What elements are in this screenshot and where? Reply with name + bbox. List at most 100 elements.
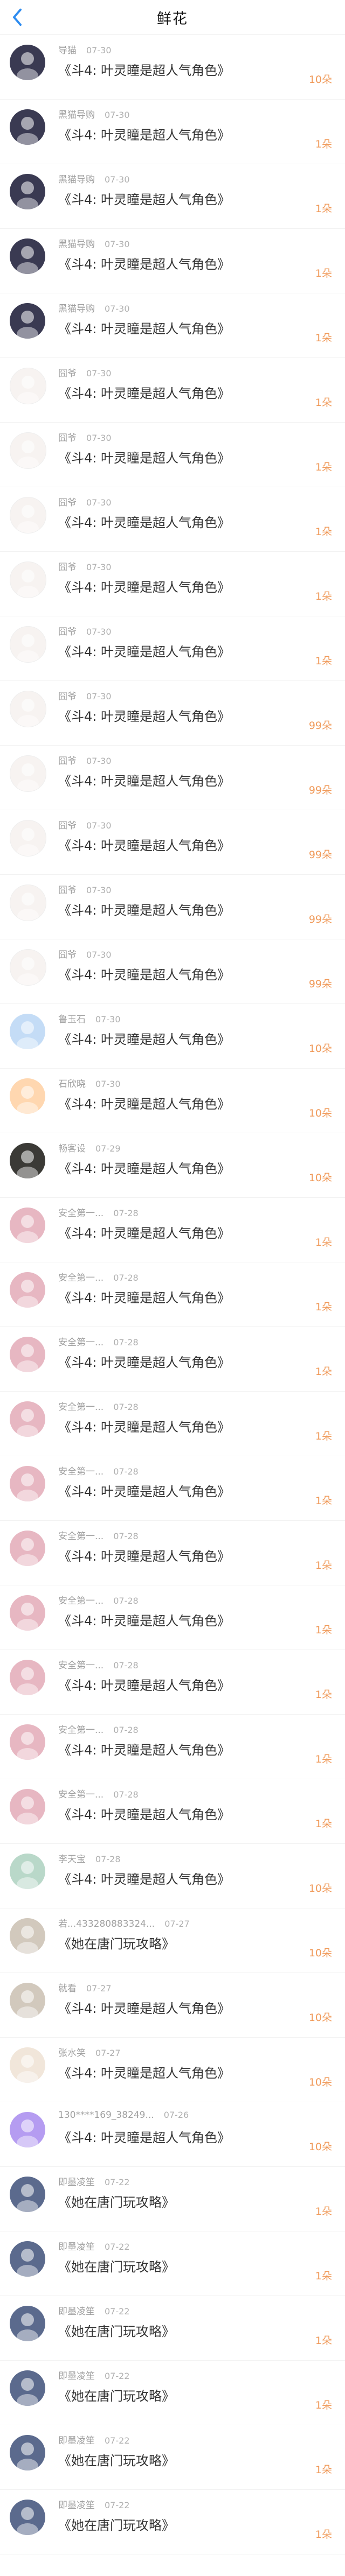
list-item[interactable]: 导猫 07-30 《斗4: 叶灵瞳是超人气角色》 10朵 bbox=[0, 35, 345, 100]
avatar[interactable] bbox=[10, 1401, 45, 1437]
avatar[interactable] bbox=[10, 1595, 45, 1631]
avatar[interactable] bbox=[10, 109, 45, 145]
list-item[interactable]: 黑猫导购 07-30 《斗4: 叶灵瞳是超人气角色》 1朵 bbox=[0, 229, 345, 293]
list-item[interactable]: 囧爷 07-30 《斗4: 叶灵瞳是超人气角色》 99朵 bbox=[0, 875, 345, 939]
list-item[interactable]: 若...433280883324... 07-27 《她在唐门玩攻略》 10朵 bbox=[0, 1908, 345, 1973]
book-title: 《斗4: 叶灵瞳是超人气角色》 bbox=[58, 1097, 230, 1112]
avatar[interactable] bbox=[10, 2435, 45, 2470]
row-meta: 囧爷 07-30 bbox=[58, 495, 112, 508]
list-item[interactable]: 即墨凌笙 07-22 《她在唐门玩攻略》 1朵 bbox=[0, 2425, 345, 2490]
list-item[interactable]: 就看 07-27 《斗4: 叶灵瞳是超人气角色》 10朵 bbox=[0, 1973, 345, 2038]
timestamp: 07-28 bbox=[113, 1531, 139, 1541]
avatar[interactable] bbox=[10, 691, 46, 727]
avatar[interactable] bbox=[10, 885, 46, 921]
avatar[interactable] bbox=[10, 1208, 45, 1243]
row-meta: 囧爷 07-30 bbox=[58, 366, 112, 379]
list-item[interactable]: 安全第一... 07-28 《斗4: 叶灵瞳是超人气角色》 1朵 bbox=[0, 1585, 345, 1650]
timestamp: 07-30 bbox=[86, 756, 112, 766]
avatar[interactable] bbox=[10, 1854, 45, 1889]
avatar[interactable] bbox=[10, 238, 45, 274]
list-item[interactable]: 李天宝 07-28 《斗4: 叶灵瞳是超人气角色》 10朵 bbox=[0, 1844, 345, 1908]
list-item[interactable]: 即墨凌笙 07-22 《她在唐门玩攻略》 1朵 bbox=[0, 2231, 345, 2296]
list-item[interactable]: 囧爷 07-30 《斗4: 叶灵瞳是超人气角色》 1朵 bbox=[0, 423, 345, 487]
list-item[interactable]: 囧爷 07-30 《斗4: 叶灵瞳是超人气角色》 1朵 bbox=[0, 552, 345, 616]
list-item[interactable]: 130****169_38249... 07-26 《斗4: 叶灵瞳是超人气角色》 1… bbox=[0, 2102, 345, 2167]
book-title: 《斗4: 叶灵瞳是超人气角色》 bbox=[58, 774, 230, 789]
user-name: 即墨凌笙 bbox=[58, 2177, 95, 2188]
list-item[interactable]: 囧爷 07-30 《斗4: 叶灵瞳是超人气角色》 1朵 bbox=[0, 616, 345, 681]
list-item[interactable]: 鲁玉石 07-30 《斗4: 叶灵瞳是超人气角色》 10朵 bbox=[0, 1004, 345, 1069]
list-item[interactable]: 安全第一... 07-28 《斗4: 叶灵瞳是超人气角色》 1朵 bbox=[0, 1456, 345, 1521]
avatar[interactable] bbox=[10, 2047, 45, 2083]
avatar[interactable] bbox=[10, 1918, 45, 1954]
avatar[interactable] bbox=[10, 755, 46, 792]
book-title: 《她在唐门玩攻略》 bbox=[58, 2453, 175, 2468]
list-item[interactable]: 囧爷 07-30 《斗4: 叶灵瞳是超人气角色》 99朵 bbox=[0, 810, 345, 875]
avatar[interactable] bbox=[10, 497, 46, 534]
avatar[interactable] bbox=[10, 368, 46, 404]
row-meta: 黑猫导购 07-30 bbox=[58, 107, 130, 121]
list-item[interactable]: 安全第一... 07-28 《斗4: 叶灵瞳是超人气角色》 1朵 bbox=[0, 1779, 345, 1844]
avatar[interactable] bbox=[10, 45, 45, 80]
timestamp: 07-30 bbox=[86, 433, 112, 443]
list-item[interactable]: 张水笑 07-27 《斗4: 叶灵瞳是超人气角色》 10朵 bbox=[0, 2038, 345, 2102]
list-item[interactable]: 囧爷 07-30 《斗4: 叶灵瞳是超人气角色》 99朵 bbox=[0, 939, 345, 1004]
avatar[interactable] bbox=[10, 1983, 45, 2018]
avatar[interactable] bbox=[10, 1337, 45, 1372]
row-meta: 黑猫导购 07-30 bbox=[58, 301, 130, 314]
flower-count: 1朵 bbox=[315, 1301, 332, 1313]
avatar[interactable] bbox=[10, 1724, 45, 1760]
avatar[interactable] bbox=[10, 2500, 45, 2535]
avatar[interactable] bbox=[10, 820, 46, 857]
list-item[interactable]: 安全第一... 07-28 《斗4: 叶灵瞳是超人气角色》 1朵 bbox=[0, 1262, 345, 1327]
book-title: 《斗4: 叶灵瞳是超人气角色》 bbox=[58, 1678, 230, 1693]
avatar[interactable] bbox=[10, 2177, 45, 2212]
list-item[interactable]: 囧爷 07-30 《斗4: 叶灵瞳是超人气角色》 1朵 bbox=[0, 358, 345, 423]
avatar[interactable] bbox=[10, 1789, 45, 1824]
avatar[interactable] bbox=[10, 174, 45, 209]
avatar[interactable] bbox=[10, 2241, 45, 2277]
avatar[interactable] bbox=[10, 303, 45, 339]
avatar[interactable] bbox=[10, 1660, 45, 1695]
list-item[interactable]: 囧爷 07-30 《斗4: 叶灵瞳是超人气角色》 99朵 bbox=[0, 746, 345, 810]
avatar[interactable] bbox=[10, 1014, 45, 1049]
list-item[interactable]: 安全第一... 07-28 《斗4: 叶灵瞳是超人气角色》 1朵 bbox=[0, 1715, 345, 1779]
avatar[interactable] bbox=[10, 561, 46, 598]
flower-count: 1朵 bbox=[315, 1560, 332, 1571]
avatar[interactable] bbox=[10, 2370, 45, 2406]
flower-count: 1朵 bbox=[315, 1237, 332, 1248]
avatar[interactable] bbox=[10, 1078, 45, 1114]
user-name: 囧爷 bbox=[58, 433, 77, 444]
list-item[interactable]: 安全第一... 07-28 《斗4: 叶灵瞳是超人气角色》 1朵 bbox=[0, 1198, 345, 1262]
avatar[interactable] bbox=[10, 626, 46, 663]
timestamp: 07-22 bbox=[105, 2371, 130, 2381]
list-item[interactable]: 即墨凌笙 07-22 《她在唐门玩攻略》 1朵 bbox=[0, 2167, 345, 2231]
list-item[interactable]: 安全第一... 07-28 《斗4: 叶灵瞳是超人气角色》 1朵 bbox=[0, 1392, 345, 1456]
avatar[interactable] bbox=[10, 1466, 45, 1501]
back-button[interactable] bbox=[5, 5, 29, 29]
list-item[interactable]: 黑猫导购 07-30 《斗4: 叶灵瞳是超人气角色》 1朵 bbox=[0, 100, 345, 164]
user-name: 安全第一... bbox=[58, 1660, 104, 1671]
page-title: 鲜花 bbox=[157, 10, 188, 27]
list-item[interactable]: 囧爷 07-30 《斗4: 叶灵瞳是超人气角色》 1朵 bbox=[0, 487, 345, 552]
list-item[interactable]: 安全第一... 07-28 《斗4: 叶灵瞳是超人气角色》 1朵 bbox=[0, 1521, 345, 1585]
list-item[interactable]: 黑猫导购 07-30 《斗4: 叶灵瞳是超人气角色》 1朵 bbox=[0, 293, 345, 358]
avatar[interactable] bbox=[10, 1272, 45, 1308]
avatar[interactable] bbox=[10, 1531, 45, 1566]
avatar[interactable] bbox=[10, 2112, 45, 2147]
list-item[interactable]: 黑猫导购 07-30 《斗4: 叶灵瞳是超人气角色》 1朵 bbox=[0, 164, 345, 229]
user-name: 石欣晓 bbox=[58, 1079, 86, 1090]
avatar[interactable] bbox=[10, 1143, 45, 1178]
list-item[interactable]: 畅客设 07-29 《斗4: 叶灵瞳是超人气角色》 10朵 bbox=[0, 1133, 345, 1198]
avatar[interactable] bbox=[10, 432, 46, 469]
list-item[interactable]: 即墨凌笙 07-22 《她在唐门玩攻略》 1朵 bbox=[0, 2490, 345, 2554]
avatar[interactable] bbox=[10, 2306, 45, 2341]
list-item[interactable]: 即墨凌笙 07-22 《她在唐门玩攻略》 1朵 bbox=[0, 2296, 345, 2361]
list-item[interactable]: 石欣晓 07-30 《斗4: 叶灵瞳是超人气角色》 10朵 bbox=[0, 1069, 345, 1133]
user-name: 安全第一... bbox=[58, 1789, 104, 1800]
avatar[interactable] bbox=[10, 949, 46, 986]
list-item[interactable]: 囧爷 07-30 《斗4: 叶灵瞳是超人气角色》 99朵 bbox=[0, 681, 345, 746]
list-item[interactable]: 安全第一... 07-28 《斗4: 叶灵瞳是超人气角色》 1朵 bbox=[0, 1327, 345, 1392]
list-item[interactable]: 即墨凌笙 07-22 《她在唐门玩攻略》 1朵 bbox=[0, 2361, 345, 2425]
list-item[interactable]: 安全第一... 07-28 《斗4: 叶灵瞳是超人气角色》 1朵 bbox=[0, 1650, 345, 1715]
